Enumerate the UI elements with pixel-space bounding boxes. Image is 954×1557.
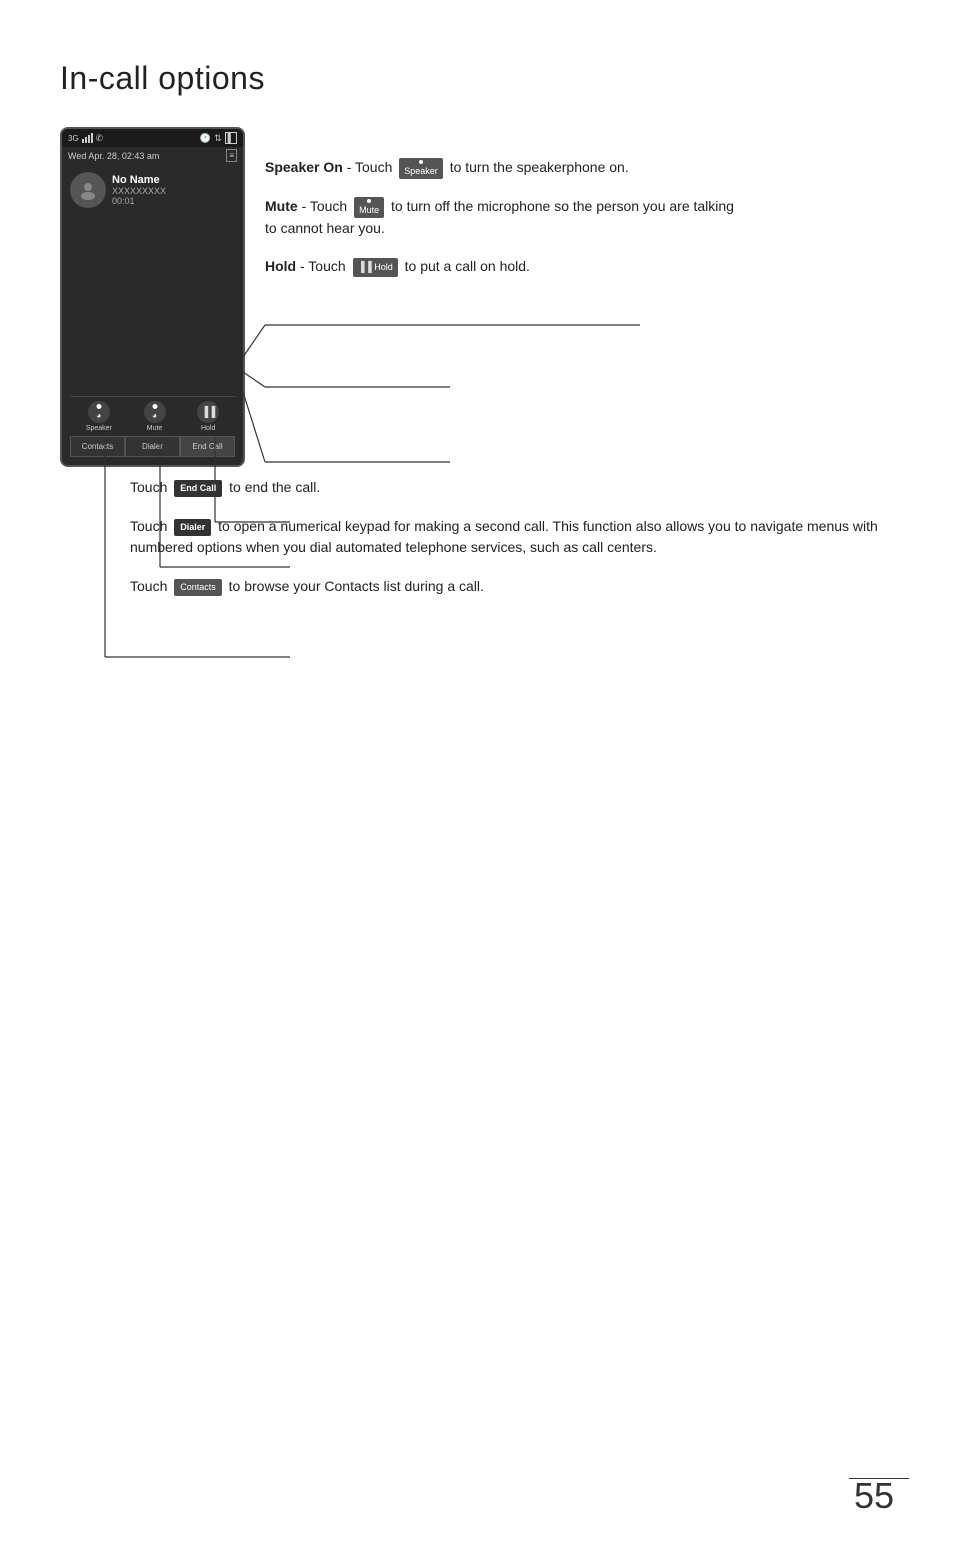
phone-action-row: ◕ Speaker ◕ Mute ▐▐: [70, 396, 235, 436]
end-call-button[interactable]: End Call: [180, 436, 235, 457]
mute-label-text: Mute: [265, 198, 298, 214]
page-number: 55: [854, 1475, 894, 1517]
end-call-desc: to end the call.: [229, 479, 320, 495]
hold-badge: ▐▐ Hold: [353, 258, 398, 277]
contacts-badge: Contacts: [174, 579, 222, 597]
end-call-badge: End Call: [174, 480, 222, 498]
speaker-on-desc: to turn the speakerphone on.: [450, 159, 629, 175]
network-indicator: 3G: [68, 134, 79, 143]
bottom-annotations: Touch End Call to end the call. Touch Di…: [60, 477, 894, 597]
caller-name: No Name: [112, 174, 166, 186]
phone-spacer: [70, 216, 235, 392]
end-call-prefix: Touch: [130, 479, 171, 495]
mute-badge: Mute: [354, 197, 384, 219]
dialer-button[interactable]: Dialer: [125, 436, 180, 457]
hold-icon: ▐▐: [197, 401, 219, 423]
caller-details: No Name XXXXXXXXX 00:01: [112, 174, 166, 206]
phone-status-bar: 3G ✆ 🕐 ⇅ ▌: [62, 129, 243, 147]
alarm-icon: 🕐: [200, 133, 211, 144]
speaker-icon: ◕: [88, 401, 110, 423]
speaker-on-label: Speaker On: [265, 159, 343, 175]
hold-separator: - Touch: [300, 258, 350, 274]
caller-avatar: [70, 172, 106, 208]
menu-icon: ≡: [226, 149, 237, 162]
mute-separator: - Touch: [302, 198, 352, 214]
hold-label-text: Hold: [265, 258, 296, 274]
mute-action-btn[interactable]: ◕ Mute: [144, 401, 166, 432]
phone-date: Wed Apr. 28, 02:43 am: [68, 151, 159, 161]
mute-annotation: Mute - Touch Mute to turn off the microp…: [265, 196, 745, 239]
call-timer: 00:01: [112, 196, 166, 206]
contacts-annotation: Touch Contacts to browse your Contacts l…: [120, 576, 894, 597]
phone-date-row: Wed Apr. 28, 02:43 am ≡: [62, 147, 243, 164]
speaker-badge: Speaker: [399, 158, 443, 180]
hold-annotation: Hold - Touch ▐▐ Hold to put a call on ho…: [265, 256, 745, 277]
contacts-desc: to browse your Contacts list during a ca…: [229, 578, 484, 594]
status-left: 3G ✆: [68, 133, 103, 144]
speaker-label: Speaker: [86, 425, 112, 432]
speaker-on-separator: - Touch: [347, 159, 397, 175]
speaker-annotation: Speaker On - Touch Speaker to turn the s…: [265, 157, 745, 179]
phone-bottom-row: Contacts Dialer End Call: [70, 436, 235, 457]
end-call-annotation: Touch End Call to end the call.: [120, 477, 894, 498]
right-annotations: Speaker On - Touch Speaker to turn the s…: [265, 127, 745, 289]
caller-number: XXXXXXXXX: [112, 186, 166, 196]
dialer-prefix: Touch: [130, 518, 171, 534]
contacts-prefix: Touch: [130, 578, 171, 594]
signal-bars-icon: [82, 133, 93, 143]
sync-icon: ⇅: [214, 133, 222, 144]
dialer-badge: Dialer: [174, 519, 211, 537]
battery-icon: ▌: [225, 132, 237, 144]
mute-icon: ◕: [144, 401, 166, 423]
phone-call-area: No Name XXXXXXXXX 00:01 ◕ Speaker: [62, 164, 243, 465]
dialer-annotation: Touch Dialer to open a numerical keypad …: [120, 516, 894, 558]
diagram-wrapper: 3G ✆ 🕐 ⇅ ▌ Wed Apr. 28, 02:4: [60, 127, 894, 467]
contacts-button[interactable]: Contacts: [70, 436, 125, 457]
mute-label: Mute: [147, 425, 163, 432]
dialer-desc: to open a numerical keypad for making a …: [130, 518, 878, 555]
hold-desc: to put a call on hold.: [405, 258, 530, 274]
caller-info: No Name XXXXXXXXX 00:01: [70, 172, 235, 208]
hold-label: Hold: [201, 425, 215, 432]
speaker-action-btn[interactable]: ◕ Speaker: [86, 401, 112, 432]
status-right: 🕐 ⇅ ▌: [200, 132, 237, 144]
call-icon: ✆: [96, 133, 104, 144]
phone-mockup: 3G ✆ 🕐 ⇅ ▌ Wed Apr. 28, 02:4: [60, 127, 245, 467]
hold-action-btn[interactable]: ▐▐ Hold: [197, 401, 219, 432]
page-title: In-call options: [60, 60, 894, 97]
